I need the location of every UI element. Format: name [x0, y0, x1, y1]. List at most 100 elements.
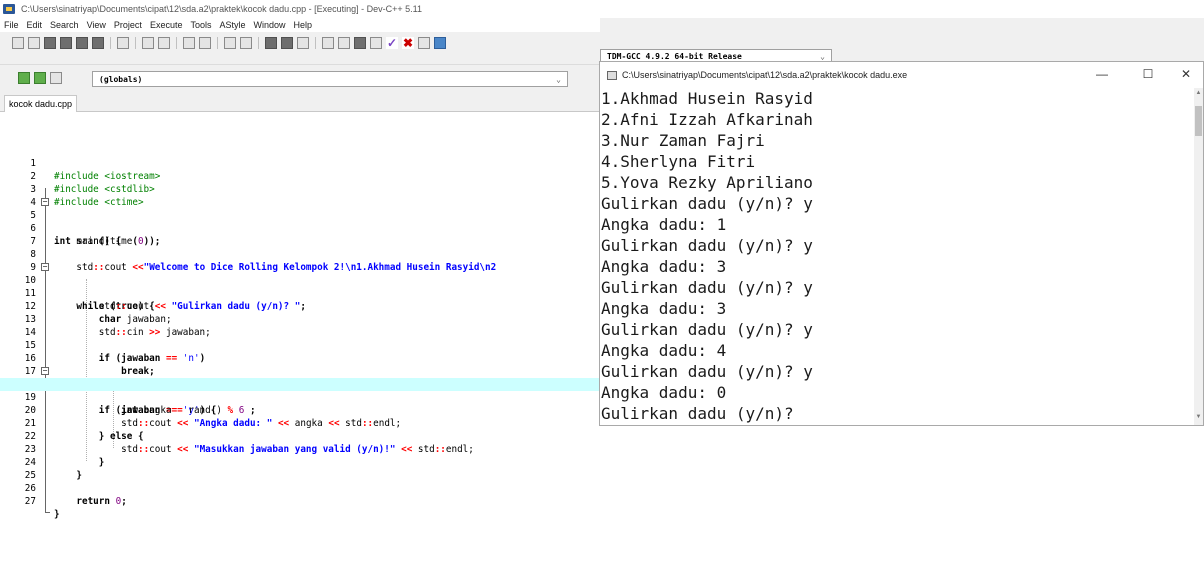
code-line-25: 25 [0, 456, 600, 481]
print-icon[interactable] [117, 37, 129, 49]
console-window-title: C:\Users\sinatriyap\Documents\cipat\12\s… [622, 70, 908, 80]
code-line-2: 2 #include <cstdlib> [0, 157, 600, 195]
console-window[interactable]: C:\Users\sinatriyap\Documents\cipat\12\s… [599, 61, 1204, 426]
compile-run-icon[interactable] [354, 37, 366, 49]
undo-icon[interactable] [142, 37, 154, 49]
code-line-24: 24 } [0, 443, 600, 481]
code-line-13: 13 std::cin >> jawaban; [0, 300, 600, 338]
rebuild-all-icon[interactable] [370, 37, 382, 49]
ide-titlebar: C:\Users\sinatriyap\Documents\cipat\12\s… [0, 0, 1204, 18]
scope-select[interactable]: (globals) ⌄ [92, 71, 568, 87]
menu-edit[interactable]: Edit [27, 20, 43, 30]
console-line: Angka dadu: 4 [601, 341, 727, 360]
project-toolbar [18, 72, 66, 84]
debug-icon[interactable] [434, 37, 446, 49]
run-icon[interactable] [338, 37, 350, 49]
console-scrollbar[interactable]: ▲ ▼ [1194, 88, 1203, 425]
code-token: } [54, 509, 60, 520]
devcpp-app-icon [3, 4, 15, 14]
line-number: 27 [24, 496, 36, 507]
code-line-4: 4 [0, 183, 600, 208]
console-line: Angka dadu: 0 [601, 383, 727, 402]
console-line: Gulirkan dadu (y/n)? y [601, 236, 813, 255]
console-line: Gulirkan dadu (y/n)? y [601, 194, 813, 213]
menu-view[interactable]: View [87, 20, 106, 30]
console-line: Gulirkan dadu (y/n)? y [601, 278, 813, 297]
chevron-down-icon: ⌄ [556, 75, 561, 84]
console-line: Gulirkan dadu (y/n)? [601, 404, 794, 423]
bookmark-icon[interactable] [297, 37, 309, 49]
profile-chart-icon[interactable] [418, 37, 430, 49]
project-options-icon[interactable] [50, 72, 62, 84]
editor-tabbar: kocok dadu.cpp [0, 93, 600, 112]
toolbar-separator [176, 37, 177, 49]
goto-back-icon[interactable] [265, 37, 277, 49]
menu-help[interactable]: Help [294, 20, 313, 30]
toolbar-separator [217, 37, 218, 49]
code-line-26: 26 return 0; [0, 469, 600, 507]
new-file-icon[interactable] [12, 37, 24, 49]
code-line-11: 11 std::cout << "Gulirkan dadu (y/n)? "; [0, 274, 600, 312]
console-line: Angka dadu: 1 [601, 215, 727, 234]
menu-project[interactable]: Project [114, 20, 142, 30]
open-file-icon[interactable] [28, 37, 40, 49]
console-line: Gulirkan dadu (y/n)? y [601, 320, 813, 339]
code-token: return [54, 496, 110, 507]
code-line-18: 18 − if (jawaban == 'y') { [0, 365, 600, 417]
compiler-select-value: TDM-GCC 4.9.2 64-bit Release [607, 52, 742, 61]
code-token: ; [121, 496, 127, 507]
find-icon[interactable] [183, 37, 195, 49]
add-to-project-icon[interactable] [34, 72, 46, 84]
tab-kocok-dadu[interactable]: kocok dadu.cpp [4, 95, 78, 112]
goto-forward-icon[interactable] [281, 37, 293, 49]
save-all-icon[interactable] [60, 37, 72, 49]
code-line-10: 10 − while (true) { [0, 261, 600, 313]
code-line-12: 12 char jawaban; [0, 287, 600, 325]
save-icon[interactable] [44, 37, 56, 49]
console-line: 5.Yova Rezky Apriliano [601, 173, 813, 192]
menu-file[interactable]: File [4, 20, 19, 30]
ide-window-title: C:\Users\sinatriyap\Documents\cipat\12\s… [21, 4, 423, 14]
menu-tools[interactable]: Tools [190, 20, 211, 30]
console-line: Angka dadu: 3 [601, 299, 727, 318]
code-line-14: 14 [0, 313, 600, 338]
code-line-23: 23 } [0, 430, 600, 468]
menu-window[interactable]: Window [254, 20, 286, 30]
scroll-down-icon[interactable]: ▼ [1194, 414, 1203, 420]
scroll-up-icon[interactable]: ▲ [1194, 90, 1203, 96]
maximize-button[interactable]: ☐ [1128, 62, 1168, 88]
stop-execution-icon[interactable]: ✖ [402, 37, 414, 49]
close-button[interactable]: ✕ [1166, 62, 1204, 88]
scrollbar-thumb[interactable] [1195, 106, 1202, 136]
code-line-6: 6 srand(time(0)); [0, 209, 600, 247]
close-all-icon[interactable] [92, 37, 104, 49]
toolbar-separator [110, 37, 111, 49]
unindent-icon[interactable] [240, 37, 252, 49]
code-token: 0 [109, 496, 122, 507]
fold-toggle-icon[interactable]: − [41, 263, 49, 271]
console-line: Gulirkan dadu (y/n)? y [601, 362, 813, 381]
console-line: 4.Sherlyna Fitri [601, 152, 756, 171]
console-line: 3.Nur Zaman Fajri [601, 131, 765, 150]
minimize-button[interactable]: — [1082, 62, 1122, 88]
replace-icon[interactable] [199, 37, 211, 49]
code-line-21: 21 } else { [0, 404, 600, 442]
console-line: Angka dadu: 3 [601, 257, 727, 276]
new-project-icon[interactable] [18, 72, 30, 84]
menu-search[interactable]: Search [50, 20, 79, 30]
menu-execute[interactable]: Execute [150, 20, 183, 30]
compile-icon[interactable] [322, 37, 334, 49]
console-titlebar[interactable]: C:\Users\sinatriyap\Documents\cipat\12\s… [600, 62, 1203, 88]
menubar: File Edit Search View Project Execute To… [0, 18, 600, 32]
console-line: 1.Akhmad Husein Rasyid [601, 89, 813, 108]
console-output[interactable]: 1.Akhmad Husein Rasyid 2.Afni Izzah Afka… [600, 88, 1194, 425]
redo-icon[interactable] [158, 37, 170, 49]
close-file-icon[interactable] [76, 37, 88, 49]
indent-icon[interactable] [224, 37, 236, 49]
console-app-icon [607, 70, 617, 80]
fold-toggle-icon[interactable]: − [41, 198, 49, 206]
code-line-5: 5 − int main() { [0, 196, 600, 248]
fold-toggle-icon[interactable]: − [41, 367, 49, 375]
syntax-check-icon[interactable]: ✓ [386, 37, 398, 49]
menu-astyle[interactable]: AStyle [219, 20, 245, 30]
